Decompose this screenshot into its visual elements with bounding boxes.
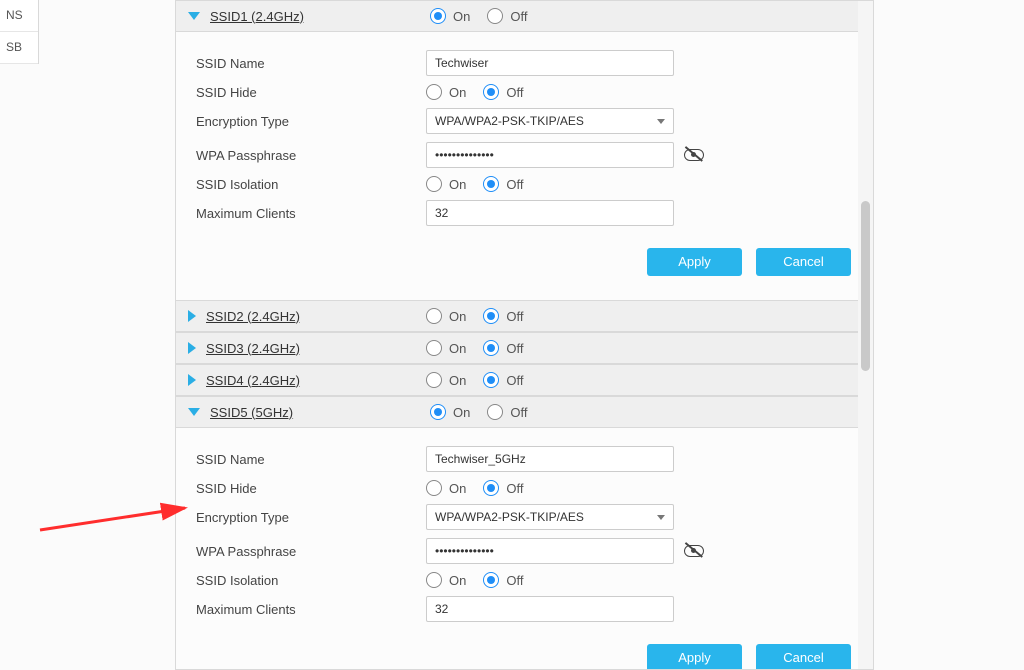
off-label: Off [506,177,523,192]
ssid5-maxclients-input[interactable]: 32 [426,596,674,622]
ssid1-isolation-off[interactable] [483,176,499,192]
max-clients-label: Maximum Clients [196,206,426,221]
on-label: On [453,405,470,420]
ssid1-hide-on[interactable] [426,84,442,100]
ssid3-header[interactable]: SSID3 (2.4GHz) On Off [176,332,873,364]
max-clients-label: Maximum Clients [196,602,426,617]
chevron-right-icon [188,342,196,354]
ssid1-cancel-button[interactable]: Cancel [756,248,851,276]
on-label: On [449,309,466,324]
ssid1-maxclients-input[interactable]: 32 [426,200,674,226]
ssid5-isolation-off[interactable] [483,572,499,588]
ssid5-encryption-select[interactable]: WPA/WPA2-PSK-TKIP/AES [426,504,674,530]
ssid-isolation-label: SSID Isolation [196,177,426,192]
ssid1-title[interactable]: SSID1 (2.4GHz) [210,9,430,24]
ssid4-enable-on[interactable] [426,372,442,388]
off-label: Off [510,405,527,420]
ssid1-enable-off[interactable] [487,8,503,24]
on-label: On [449,177,466,192]
ssid1-encryption-select[interactable]: WPA/WPA2-PSK-TKIP/AES [426,108,674,134]
wpa-passphrase-label: WPA Passphrase [196,148,426,163]
ssid3-title[interactable]: SSID3 (2.4GHz) [206,341,426,356]
ssid-name-label: SSID Name [196,56,426,71]
ssid2-title[interactable]: SSID2 (2.4GHz) [206,309,426,324]
scrollbar-thumb[interactable] [861,201,870,371]
sidebar-item[interactable]: SB [0,32,38,64]
off-label: Off [506,341,523,356]
ssid5-passphrase-input[interactable]: •••••••••••••• [426,538,674,564]
ssid1-apply-button[interactable]: Apply [647,248,742,276]
left-sidebar: NS SB [0,0,39,64]
encryption-type-label: Encryption Type [196,510,426,525]
ssid5-apply-button[interactable]: Apply [647,644,742,669]
ssid4-enable-off[interactable] [483,372,499,388]
ssid1-header[interactable]: SSID1 (2.4GHz) On Off [176,1,873,32]
show-password-icon[interactable] [684,544,704,558]
chevron-down-icon [188,408,200,416]
chevron-right-icon [188,374,196,386]
on-label: On [453,9,470,24]
off-label: Off [506,481,523,496]
on-label: On [449,481,466,496]
on-label: On [449,373,466,388]
wpa-passphrase-label: WPA Passphrase [196,544,426,559]
scrollbar[interactable] [858,1,873,669]
off-label: Off [510,9,527,24]
ssid4-title[interactable]: SSID4 (2.4GHz) [206,373,426,388]
ssid4-header[interactable]: SSID4 (2.4GHz) On Off [176,364,873,396]
ssid5-hide-off[interactable] [483,480,499,496]
chevron-right-icon [188,310,196,322]
on-label: On [449,341,466,356]
encryption-type-label: Encryption Type [196,114,426,129]
ssid5-header[interactable]: SSID5 (5GHz) On Off [176,396,873,428]
ssid1-hide-off[interactable] [483,84,499,100]
ssid5-isolation-on[interactable] [426,572,442,588]
ssid1-isolation-on[interactable] [426,176,442,192]
ssid2-enable-off[interactable] [483,308,499,324]
ssid1-enable-toggle: On Off [430,8,541,24]
ssid5-panel: SSID Name Techwiser_5GHz SSID Hide On Of… [176,428,873,669]
ssid5-name-input[interactable]: Techwiser_5GHz [426,446,674,472]
ssid5-enable-on[interactable] [430,404,446,420]
on-label: On [449,573,466,588]
ssid5-title[interactable]: SSID5 (5GHz) [210,405,430,420]
show-password-icon[interactable] [684,148,704,162]
ssid5-enable-off[interactable] [487,404,503,420]
main-panel: SSID1 (2.4GHz) On Off SSID Name Techwise… [175,0,874,670]
ssid-hide-label: SSID Hide [196,85,426,100]
sidebar-item[interactable]: NS [0,0,38,32]
ssid2-enable-on[interactable] [426,308,442,324]
ssid1-passphrase-input[interactable]: •••••••••••••• [426,142,674,168]
off-label: Off [506,573,523,588]
off-label: Off [506,85,523,100]
ssid1-name-input[interactable]: Techwiser [426,50,674,76]
ssid-hide-label: SSID Hide [196,481,426,496]
ssid1-panel: SSID Name Techwiser SSID Hide On Off E [176,32,873,300]
ssid5-hide-on[interactable] [426,480,442,496]
ssid3-enable-off[interactable] [483,340,499,356]
ssid1-enable-on[interactable] [430,8,446,24]
ssid-isolation-label: SSID Isolation [196,573,426,588]
off-label: Off [506,373,523,388]
on-label: On [449,85,466,100]
ssid5-cancel-button[interactable]: Cancel [756,644,851,669]
off-label: Off [506,309,523,324]
ssid2-header[interactable]: SSID2 (2.4GHz) On Off [176,300,873,332]
ssid3-enable-on[interactable] [426,340,442,356]
chevron-down-icon [188,12,200,20]
annotation-arrow [35,490,195,540]
ssid-name-label: SSID Name [196,452,426,467]
